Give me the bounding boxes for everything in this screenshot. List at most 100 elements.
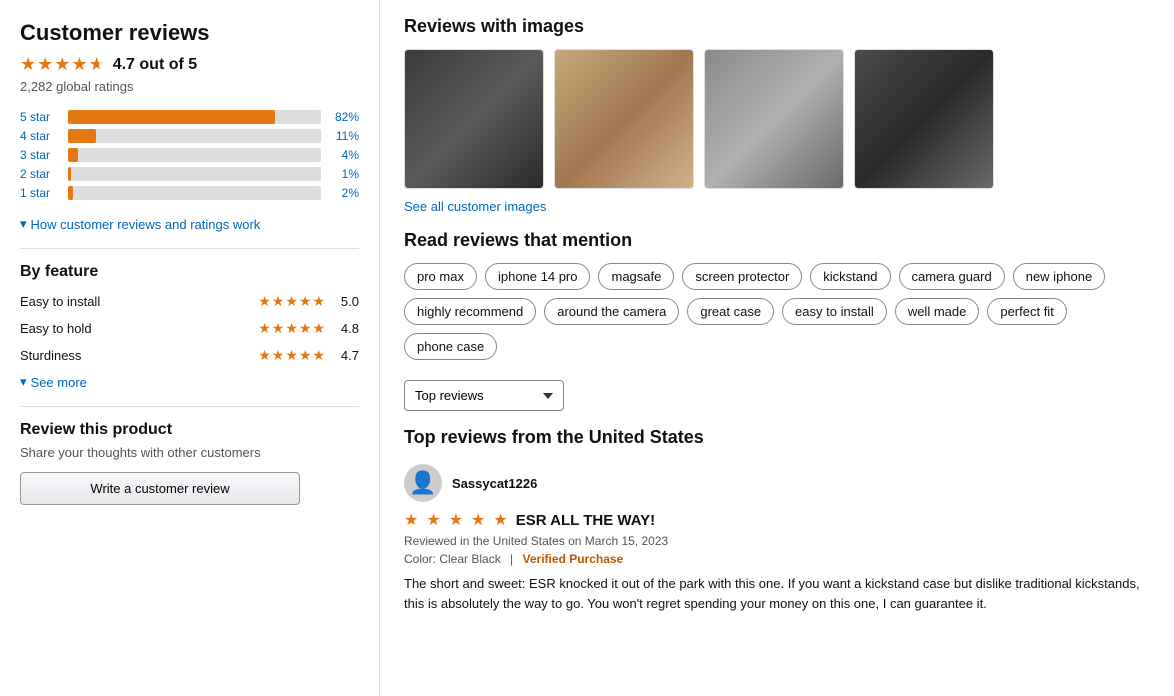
- reviews-with-images-title: Reviews with images: [404, 16, 1150, 37]
- sort-dropdown[interactable]: Top reviews Most recent: [404, 380, 564, 411]
- star-1: ★: [20, 54, 36, 75]
- feature-star-3-3: ★: [285, 347, 298, 364]
- rev-star-1: ★: [404, 510, 418, 530]
- rating-bar-row-3[interactable]: 3 star 4%: [20, 148, 359, 162]
- rating-value: 4.7 out of 5: [113, 56, 197, 74]
- review-date: Reviewed in the United States on March 1…: [404, 534, 1150, 548]
- bar-label-3[interactable]: 3 star: [20, 148, 60, 162]
- bar-pct-3: 4%: [329, 148, 359, 162]
- feature-name-3: Sturdiness: [20, 348, 258, 363]
- see-all-images-link[interactable]: See all customer images: [404, 199, 1150, 214]
- tag-great-case[interactable]: great case: [687, 298, 774, 325]
- review-image-1[interactable]: [404, 49, 544, 189]
- rev-star-2: ★: [426, 510, 440, 530]
- tag-kickstand[interactable]: kickstand: [810, 263, 890, 290]
- feature-name-1: Easy to install: [20, 294, 258, 309]
- bar-bg-5: [68, 186, 321, 200]
- review-image-4[interactable]: [854, 49, 994, 189]
- reviewer-avatar: 👤: [404, 464, 442, 502]
- feature-stars-1: ★★★★★: [258, 293, 325, 310]
- rating-bar-row-5[interactable]: 1 star 2%: [20, 186, 359, 200]
- tag-iphone-14-pro[interactable]: iphone 14 pro: [485, 263, 591, 290]
- bar-label-1[interactable]: 5 star: [20, 110, 60, 124]
- star-2: ★: [37, 54, 53, 75]
- divider-1: [20, 248, 359, 249]
- bar-fill-3: [68, 148, 78, 162]
- tag-phone-case[interactable]: phone case: [404, 333, 497, 360]
- review-stars-row: ★ ★ ★ ★ ★ ESR ALL THE WAY!: [404, 510, 1150, 530]
- top-reviews-title: Top reviews from the United States: [404, 427, 1150, 448]
- review-image-3[interactable]: [704, 49, 844, 189]
- bar-label-4[interactable]: 2 star: [20, 167, 60, 181]
- tag-highly-recommend[interactable]: highly recommend: [404, 298, 536, 325]
- right-panel: Reviews with images See all customer ima…: [380, 0, 1174, 696]
- review-image-2[interactable]: [554, 49, 694, 189]
- tag-easy-to-install[interactable]: easy to install: [782, 298, 887, 325]
- review-headline: ESR ALL THE WAY!: [516, 512, 655, 529]
- bar-pct-4: 1%: [329, 167, 359, 181]
- feature-name-2: Easy to hold: [20, 321, 258, 336]
- review-images-row: [404, 49, 1150, 189]
- bar-fill-1: [68, 110, 275, 124]
- reviewer-row: 👤 Sassycat1226: [404, 464, 1150, 502]
- tag-camera-guard[interactable]: camera guard: [899, 263, 1005, 290]
- feature-row-2: Easy to hold ★★★★★ 4.8: [20, 320, 359, 337]
- review-body: The short and sweet: ESR knocked it out …: [404, 574, 1150, 613]
- feature-star-1-5: ★: [312, 293, 325, 310]
- read-reviews-title: Read reviews that mention: [404, 230, 1150, 251]
- feature-row-1: Easy to install ★★★★★ 5.0: [20, 293, 359, 310]
- bar-bg-1: [68, 110, 321, 124]
- how-ratings-work-link[interactable]: ▾ How customer reviews and ratings work: [20, 216, 359, 232]
- bar-fill-2: [68, 129, 96, 143]
- rev-star-3: ★: [449, 510, 463, 530]
- star-5-half: ★ ★: [89, 54, 105, 75]
- feature-score-2: 4.8: [331, 321, 359, 336]
- tag-perfect-fit[interactable]: perfect fit: [987, 298, 1066, 325]
- see-more-link[interactable]: ▾ See more: [20, 374, 359, 390]
- star-3: ★: [54, 54, 70, 75]
- feature-star-3-2: ★: [272, 347, 285, 364]
- tag-magsafe[interactable]: magsafe: [598, 263, 674, 290]
- feature-star-2-4: ★: [299, 320, 312, 337]
- tag-around-the-camera[interactable]: around the camera: [544, 298, 679, 325]
- feature-star-3-5: ★: [312, 347, 325, 364]
- bar-pct-1: 82%: [329, 110, 359, 124]
- left-panel: Customer reviews ★ ★ ★ ★ ★ ★ 4.7 out of …: [0, 0, 380, 696]
- star-4: ★: [71, 54, 87, 75]
- reviewer-name[interactable]: Sassycat1226: [452, 476, 537, 491]
- write-review-button[interactable]: Write a customer review: [20, 472, 300, 505]
- rating-bar-row-1[interactable]: 5 star 82%: [20, 110, 359, 124]
- tag-new-iphone[interactable]: new iphone: [1013, 263, 1106, 290]
- verified-purchase-badge: Verified Purchase: [523, 552, 624, 566]
- rating-bars: 5 star 82% 4 star 11% 3 star 4% 2 star 1…: [20, 110, 359, 200]
- global-ratings: 2,282 global ratings: [20, 79, 359, 94]
- feature-star-2-2: ★: [272, 320, 285, 337]
- feature-star-3-4: ★: [299, 347, 312, 364]
- feature-score-1: 5.0: [331, 294, 359, 309]
- share-thoughts: Share your thoughts with other customers: [20, 445, 359, 460]
- review-item: 👤 Sassycat1226 ★ ★ ★ ★ ★ ESR ALL THE WAY…: [404, 464, 1150, 613]
- review-product-title: Review this product: [20, 421, 359, 439]
- rev-star-4: ★: [471, 510, 485, 530]
- feature-stars-3: ★★★★★: [258, 347, 325, 364]
- tag-screen-protector[interactable]: screen protector: [682, 263, 802, 290]
- divider-2: [20, 406, 359, 407]
- feature-star-1-4: ★: [299, 293, 312, 310]
- feature-star-3-1: ★: [258, 347, 271, 364]
- rating-bar-row-2[interactable]: 4 star 11%: [20, 129, 359, 143]
- review-color-verified: Color: Clear Black | Verified Purchase: [404, 552, 1150, 566]
- feature-star-1-1: ★: [258, 293, 271, 310]
- page-title: Customer reviews: [20, 20, 359, 46]
- feature-star-2-1: ★: [258, 320, 271, 337]
- tag-pro-max[interactable]: pro max: [404, 263, 477, 290]
- feature-stars-2: ★★★★★: [258, 320, 325, 337]
- bar-label-2[interactable]: 4 star: [20, 129, 60, 143]
- by-feature-title: By feature: [20, 263, 359, 281]
- rating-bar-row-4[interactable]: 2 star 1%: [20, 167, 359, 181]
- rev-star-5: ★: [493, 510, 507, 530]
- feature-star-1-3: ★: [285, 293, 298, 310]
- bar-label-5[interactable]: 1 star: [20, 186, 60, 200]
- tag-well-made[interactable]: well made: [895, 298, 980, 325]
- bar-pct-5: 2%: [329, 186, 359, 200]
- features-list: Easy to install ★★★★★ 5.0 Easy to hold ★…: [20, 293, 359, 364]
